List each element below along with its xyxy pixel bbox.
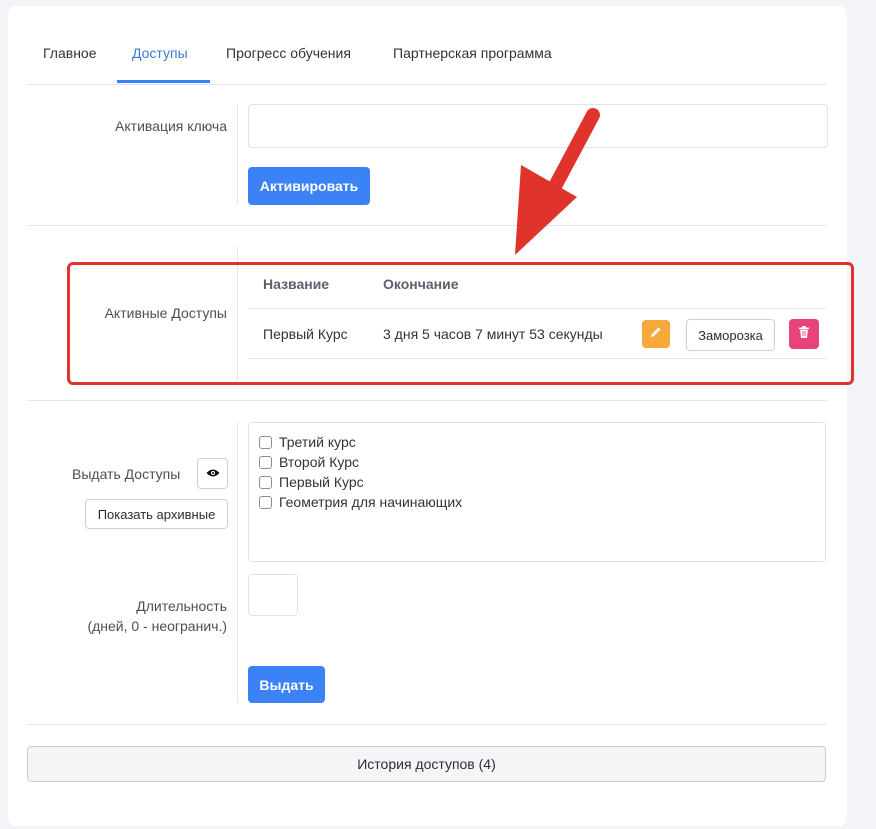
course-checklist: Третий курс Второй Курс Первый Курс Геом… — [248, 422, 826, 562]
course-option[interactable]: Геометрия для начинающих — [259, 492, 815, 512]
course-option[interactable]: Третий курс — [259, 432, 815, 452]
annotation-highlight-box — [67, 262, 854, 385]
checkbox[interactable] — [259, 495, 272, 509]
course-option-label: Геометрия для начинающих — [279, 494, 463, 510]
activate-button[interactable]: Активировать — [248, 167, 370, 205]
checkbox[interactable] — [259, 455, 272, 469]
course-option[interactable]: Первый Курс — [259, 472, 815, 492]
duration-hint: (дней, 0 - неогранич.) — [87, 618, 227, 634]
course-option-label: Третий курс — [279, 434, 356, 450]
divider — [237, 422, 238, 702]
course-option-label: Второй Курс — [279, 454, 359, 470]
preview-button[interactable] — [197, 458, 228, 489]
section-divider — [27, 225, 827, 226]
grant-button[interactable]: Выдать — [248, 666, 325, 703]
active-tab-underline — [117, 80, 210, 83]
annotation-arrow — [505, 105, 605, 265]
divider — [237, 104, 238, 204]
tab-partner[interactable]: Партнерская программа — [393, 45, 552, 61]
section-divider — [27, 724, 827, 725]
tab-main[interactable]: Главное — [43, 45, 97, 61]
section-divider — [27, 400, 827, 401]
course-option-label: Первый Курс — [279, 474, 364, 490]
grant-access-label: Выдать Доступы — [72, 466, 181, 482]
eye-icon — [206, 466, 220, 481]
checkbox[interactable] — [259, 435, 272, 449]
course-option[interactable]: Второй Курс — [259, 452, 815, 472]
show-archived-button[interactable]: Показать архивные — [85, 499, 228, 529]
tab-access[interactable]: Доступы — [132, 45, 188, 61]
key-activation-label: Активация ключа — [115, 118, 227, 134]
tab-progress[interactable]: Прогресс обучения — [226, 45, 351, 61]
duration-label: Длительность — [136, 598, 227, 614]
access-history-button[interactable]: История доступов (4) — [27, 746, 826, 782]
duration-input[interactable] — [248, 574, 298, 616]
checkbox[interactable] — [259, 475, 272, 489]
